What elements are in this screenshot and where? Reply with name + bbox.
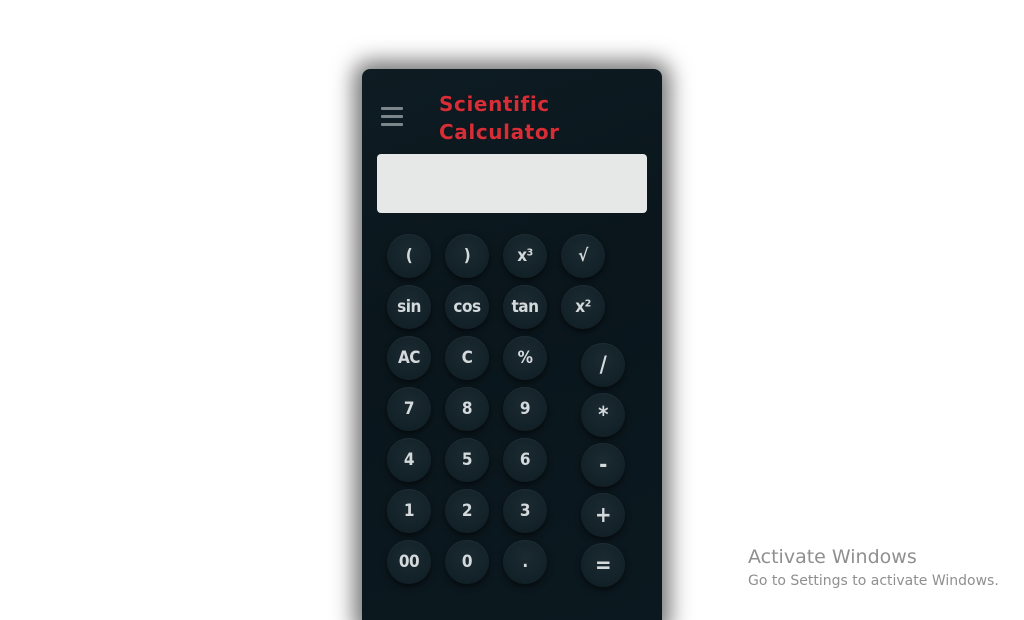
key-7[interactable]: 7 [387,387,431,431]
key-sqrt[interactable]: √ [561,234,605,278]
calculator-display[interactable] [377,154,647,213]
key-6[interactable]: 6 [503,438,547,482]
key-8[interactable]: 8 [445,387,489,431]
key-sin[interactable]: sin [387,285,431,329]
calculator-panel: Scientific Calculator ( ) x³ √ sin cos t… [362,69,662,620]
hamburger-menu-icon[interactable] [381,107,403,127]
key-4[interactable]: 4 [387,438,431,482]
watermark-title: Activate Windows [748,546,917,568]
menu-bar-middle [381,115,403,118]
app-title-line2: Calculator [439,120,560,144]
key-percent[interactable]: % [503,336,547,380]
key-multiply[interactable]: * [581,393,625,437]
activate-windows-watermark: Activate Windows Go to Settings to activ… [748,546,999,591]
key-equals[interactable]: = [581,543,625,587]
key-all-clear[interactable]: AC [387,336,431,380]
key-2[interactable]: 2 [445,489,489,533]
key-3[interactable]: 3 [503,489,547,533]
app-title-line1: Scientific [439,92,550,116]
menu-bar-top [381,107,403,110]
watermark-subtitle: Go to Settings to activate Windows. [748,573,999,589]
key-0[interactable]: 0 [445,540,489,584]
key-double-zero[interactable]: 00 [387,540,431,584]
key-add[interactable]: + [581,493,625,537]
key-decimal[interactable]: . [503,540,547,584]
key-subtract[interactable]: - [581,443,625,487]
key-close-paren[interactable]: ) [445,234,489,278]
key-clear[interactable]: C [445,336,489,380]
key-cos[interactable]: cos [445,285,489,329]
key-tan[interactable]: tan [503,285,547,329]
menu-bar-bottom [381,123,403,126]
key-square[interactable]: x² [561,285,605,329]
key-1[interactable]: 1 [387,489,431,533]
key-cube[interactable]: x³ [503,234,547,278]
key-5[interactable]: 5 [445,438,489,482]
key-divide[interactable]: / [581,343,625,387]
key-9[interactable]: 9 [503,387,547,431]
page: Scientific Calculator ( ) x³ √ sin cos t… [0,0,1024,620]
key-open-paren[interactable]: ( [387,234,431,278]
app-title: Scientific Calculator [439,90,589,146]
